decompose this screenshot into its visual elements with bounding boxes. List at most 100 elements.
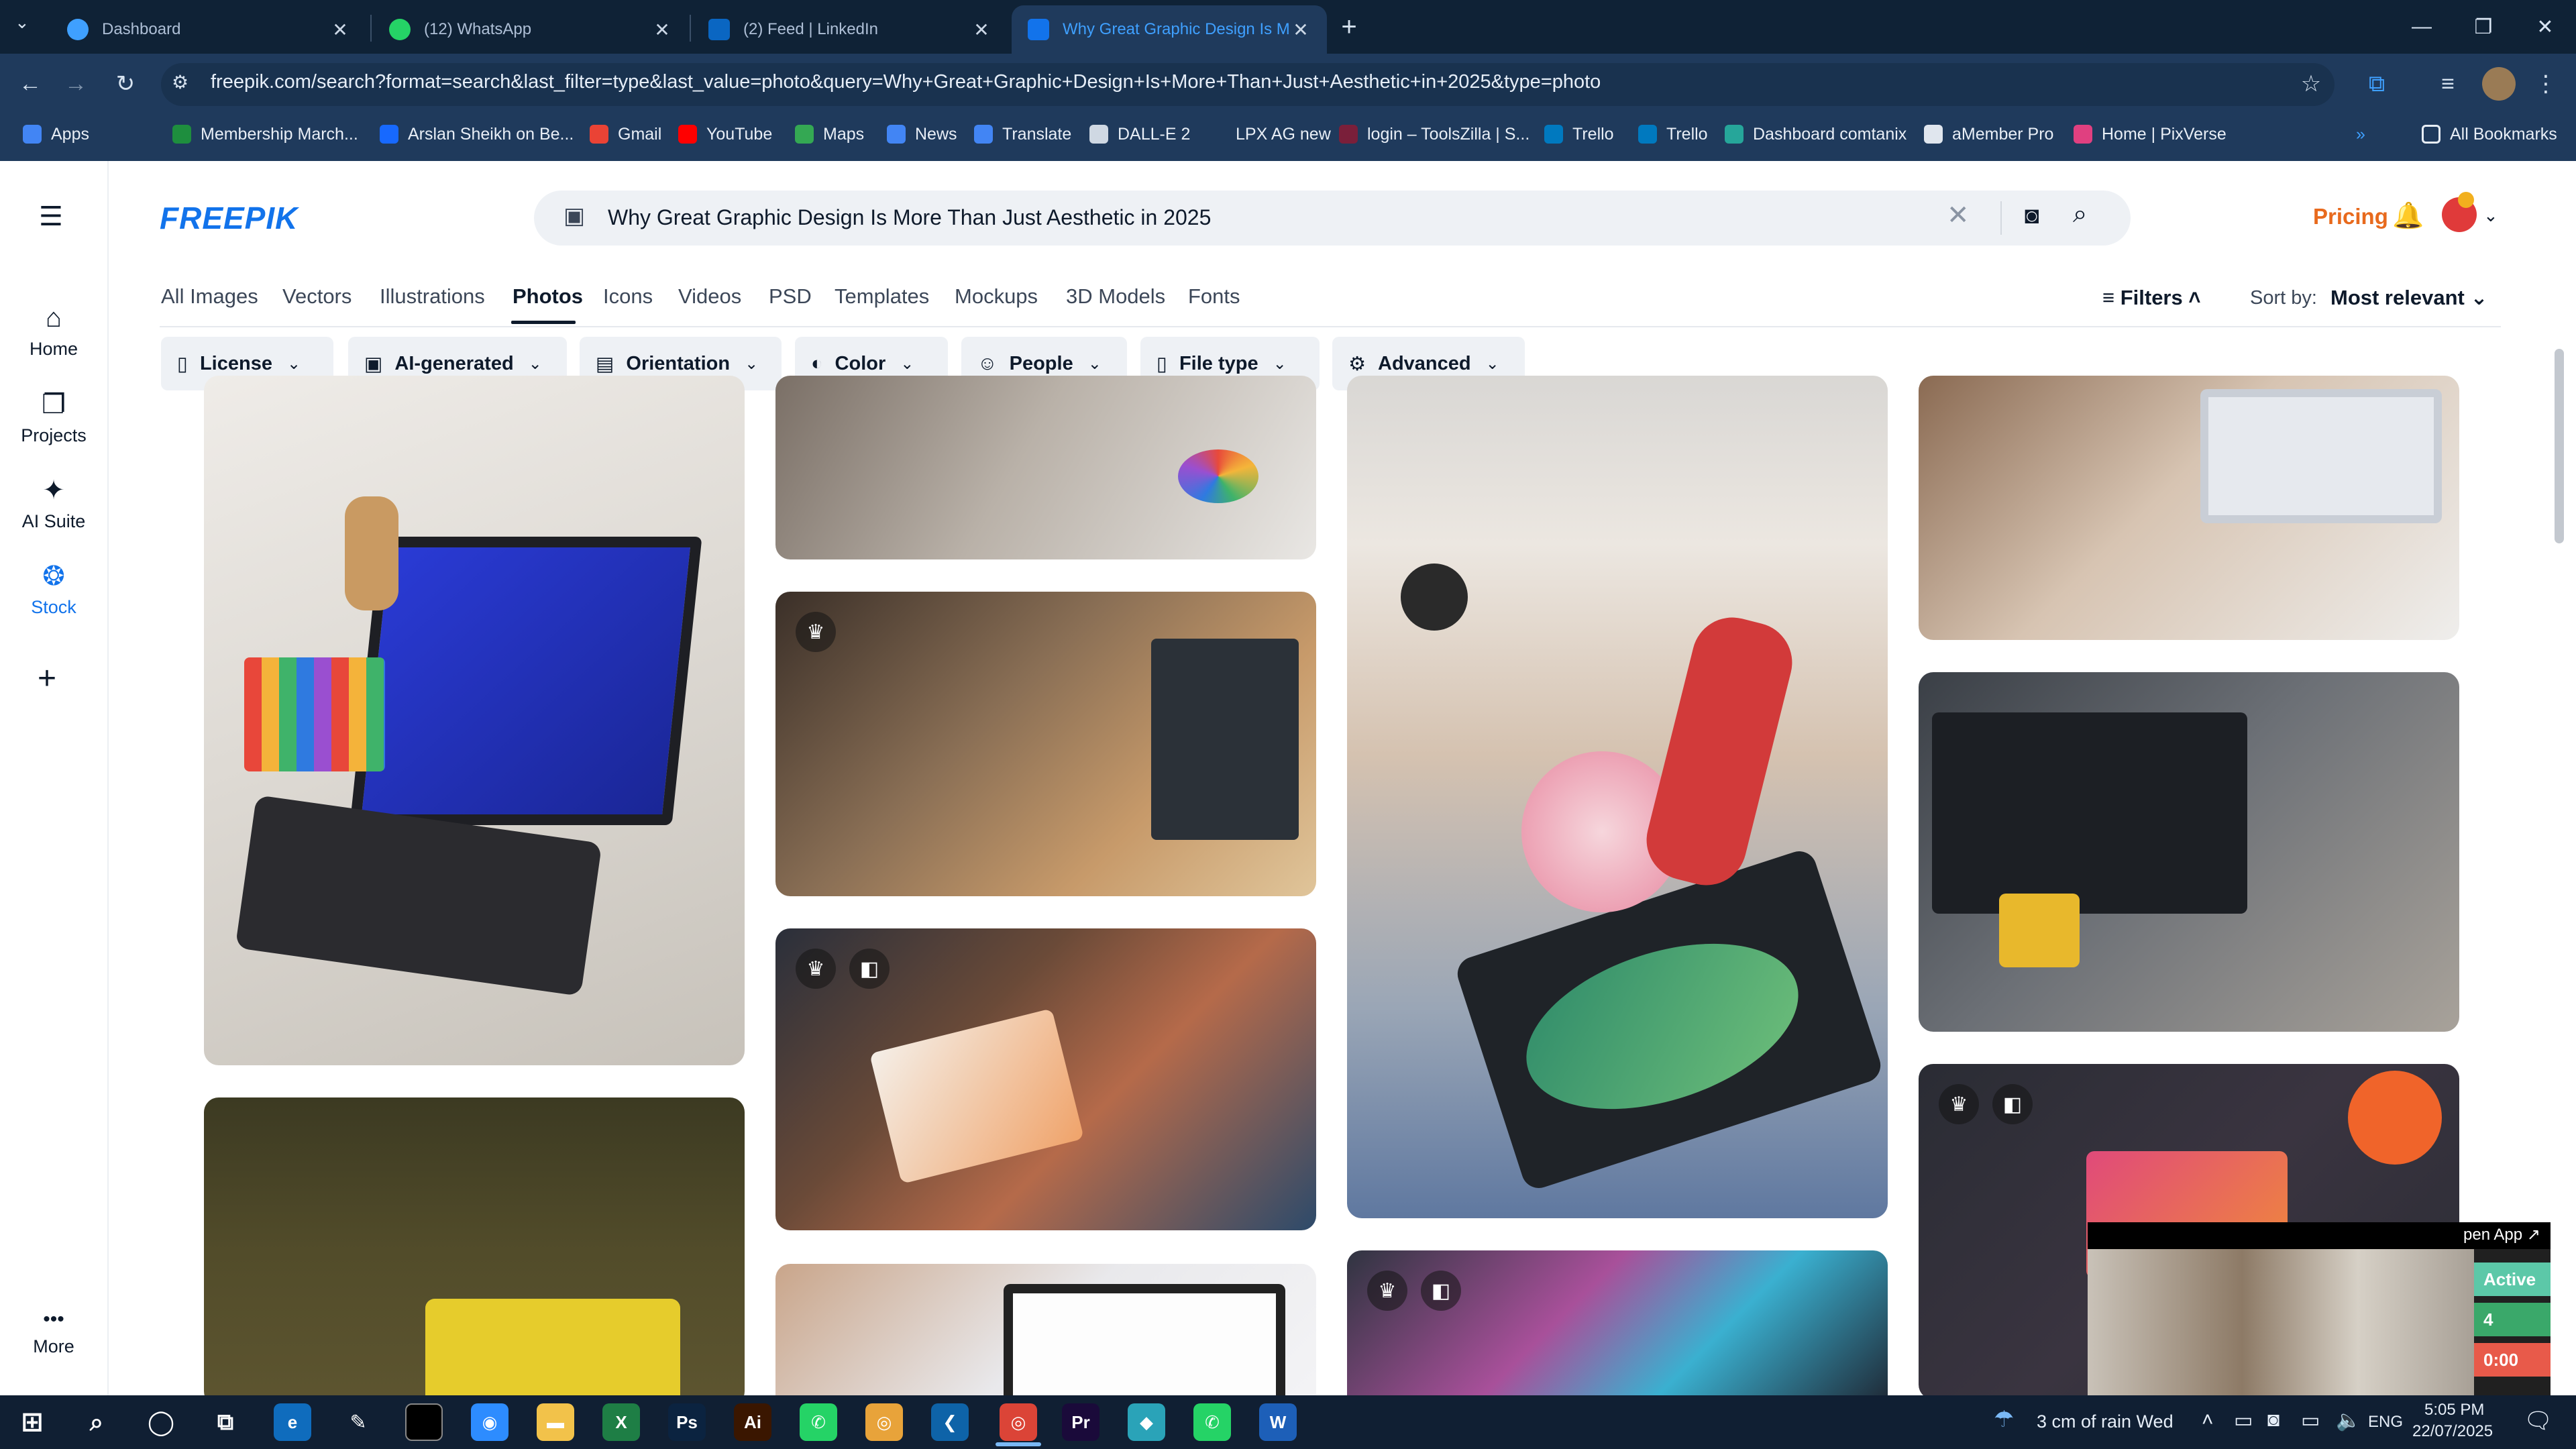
volume-icon[interactable]: 🔈 <box>2336 1409 2361 1432</box>
bookmark-trello[interactable]: Trello <box>1638 121 1708 148</box>
tab-fonts[interactable]: Fonts <box>1188 284 1240 309</box>
photo-woman-tablet-artwork[interactable]: ♛ ◧ <box>775 928 1316 1230</box>
site-settings-icon[interactable]: ⚙ <box>172 71 189 93</box>
bookmark-news[interactable]: News <box>887 121 957 148</box>
new-tab-button[interactable]: + <box>1332 11 1366 44</box>
camera-search-icon[interactable]: ◙ <box>2025 201 2039 229</box>
bookmark-gmail[interactable]: Gmail <box>590 121 661 148</box>
photo-laptop-drawing-tablet[interactable] <box>204 376 745 1065</box>
bookmark-trello[interactable]: Trello <box>1544 121 1614 148</box>
close-tab-icon[interactable]: ✕ <box>971 19 991 41</box>
clock-date[interactable]: 22/07/2025 <box>2412 1422 2493 1441</box>
tab-linkedin[interactable]: (2) Feed | LinkedIn ✕ <box>692 5 1008 54</box>
tab-all-images[interactable]: All Images <box>161 284 258 309</box>
vscode-icon[interactable]: ❮ <box>931 1403 969 1441</box>
photo-designer-at-desk[interactable]: ♛ <box>775 592 1316 896</box>
minimize-icon[interactable]: — <box>2391 0 2453 54</box>
tab-videos[interactable]: Videos <box>678 284 741 309</box>
search-input[interactable]: Why Great Graphic Design Is More Than Ju… <box>608 205 1211 230</box>
photo-creative-design-screen[interactable] <box>775 1264 1316 1411</box>
terminal-icon[interactable] <box>405 1403 443 1441</box>
photoshop-icon[interactable]: Ps <box>668 1403 706 1441</box>
tab-3d-models[interactable]: 3D Models <box>1066 284 1165 309</box>
rail-home[interactable]: ⌂ Home <box>0 303 107 360</box>
chrome-active-icon[interactable]: ◎ <box>1000 1403 1037 1441</box>
tab-freepik-active[interactable]: Why Great Graphic Design Is M ✕ <box>1012 5 1327 54</box>
bookmark-dashboard-comtanix[interactable]: Dashboard comtanix <box>1725 121 1907 148</box>
forward-icon[interactable]: → <box>59 67 93 101</box>
bookmark-membership-march[interactable]: Membership March... <box>172 121 358 148</box>
photo-designer-workstation[interactable] <box>1919 672 2459 1032</box>
bookmark-amember-pro[interactable]: aMember Pro <box>1924 121 2053 148</box>
tab-illustrations[interactable]: Illustrations <box>380 284 485 309</box>
photo-designers-desk-monitor[interactable] <box>1919 376 2459 640</box>
bookmark-lpx-ag-new[interactable]: LPX AG new <box>1208 121 1331 148</box>
bookmark-dall-e-2[interactable]: DALL-E 2 <box>1089 121 1190 148</box>
restore-icon[interactable]: ❐ <box>2453 0 2514 54</box>
tab-whatsapp[interactable]: (12) WhatsApp ✕ <box>373 5 688 54</box>
picture-in-picture-video[interactable]: pen App ↗ Active 4 0:00 <box>2088 1222 2551 1395</box>
back-icon[interactable]: ← <box>13 67 47 101</box>
clock-time[interactable]: 5:05 PM <box>2424 1401 2484 1419</box>
whatsapp-icon[interactable]: ✆ <box>800 1403 837 1441</box>
premiere-icon[interactable]: Pr <box>1062 1403 1099 1441</box>
account-chevron-down-icon[interactable]: ⌄ <box>2483 205 2498 226</box>
tab-psd[interactable]: PSD <box>769 284 812 309</box>
pricing-link[interactable]: Pricing <box>2313 204 2388 229</box>
add-icon[interactable]: + <box>38 660 56 697</box>
media-control-icon[interactable]: ≡ <box>2431 67 2465 101</box>
word-icon[interactable]: W <box>1259 1403 1297 1441</box>
filters-toggle-button[interactable]: ≡ Filters ˄ <box>2102 286 2200 310</box>
bookmark-youtube[interactable]: YouTube <box>678 121 772 148</box>
rail-projects[interactable]: ❐ Projects <box>0 389 107 446</box>
extensions-icon[interactable]: ⧉ <box>2360 67 2394 101</box>
app-icon[interactable]: ◆ <box>1128 1403 1165 1441</box>
photo-yellow-box-blurred[interactable] <box>204 1097 745 1406</box>
clear-search-icon[interactable]: ✕ <box>1947 200 1970 231</box>
notification-center-icon[interactable]: 🗨 <box>2524 1407 2553 1434</box>
taskbar-search-icon[interactable]: ⌕ <box>78 1403 115 1441</box>
illustrator-icon[interactable]: Ai <box>734 1403 771 1441</box>
tab-dashboard[interactable]: Dashboard ✕ <box>51 5 366 54</box>
whatsapp-secondary-icon[interactable]: ✆ <box>1193 1403 1231 1441</box>
photo-desk-closeup[interactable] <box>775 376 1316 559</box>
freepik-logo[interactable]: FREEPIK <box>160 200 298 236</box>
reload-icon[interactable]: ↻ <box>109 67 142 101</box>
windows-start-icon[interactable]: ⊞ <box>13 1403 51 1441</box>
edge-icon[interactable]: e <box>274 1403 311 1441</box>
bookmark-login-toolszilla-s[interactable]: login – ToolsZilla | S... <box>1339 121 1529 148</box>
bookmark-maps[interactable]: Maps <box>795 121 864 148</box>
zoom-icon[interactable]: ◉ <box>471 1403 508 1441</box>
tab-templates[interactable]: Templates <box>835 284 929 309</box>
bookmark-translate[interactable]: Translate <box>974 121 1071 148</box>
rail-more[interactable]: ••• More <box>0 1308 107 1357</box>
chrome-icon[interactable]: ◎ <box>865 1403 903 1441</box>
tab-vectors[interactable]: Vectors <box>282 284 352 309</box>
more-bookmarks-chevron-icon[interactable]: » <box>2356 121 2365 148</box>
profile-avatar[interactable] <box>2482 67 2516 101</box>
weather-text[interactable]: 3 cm of rain Wed <box>2037 1411 2174 1432</box>
photo-colorful-splash-portrait[interactable]: ♛ ◧ <box>1347 1250 1888 1411</box>
notifications-bell-icon[interactable]: 🔔 <box>2392 201 2424 231</box>
close-window-icon[interactable]: ✕ <box>2514 0 2576 54</box>
pen-tool-icon[interactable]: ✎ <box>339 1403 377 1441</box>
file-explorer-icon[interactable]: ▬ <box>537 1403 574 1441</box>
tab-photos[interactable]: Photos <box>513 284 583 309</box>
bookmark-home-pixverse[interactable]: Home | PixVerse <box>2074 121 2226 148</box>
tray-camera-icon[interactable]: ◙ <box>2267 1409 2279 1432</box>
url-text[interactable]: freepik.com/search?format=search&last_fi… <box>211 71 1601 93</box>
tray-meet-icon[interactable]: ▭ <box>2234 1409 2253 1432</box>
network-icon[interactable]: ▭ <box>2301 1409 2320 1432</box>
input-language[interactable]: ENG <box>2368 1413 2403 1432</box>
task-view-icon[interactable]: ⧉ <box>207 1403 244 1441</box>
rail-stock[interactable]: ❂ Stock <box>0 561 107 618</box>
close-tab-icon[interactable]: ✕ <box>1291 19 1311 41</box>
cortana-icon[interactable]: ◯ <box>142 1403 180 1441</box>
sort-dropdown[interactable]: Most relevant ⌄ <box>2330 286 2487 310</box>
rail-ai-suite[interactable]: ✦ AI Suite <box>0 475 107 532</box>
bookmark-apps[interactable]: Apps <box>23 121 89 148</box>
tab-icons[interactable]: Icons <box>603 284 653 309</box>
bookmark-star-icon[interactable]: ☆ <box>2294 67 2328 101</box>
hamburger-menu-icon[interactable]: ☰ <box>39 201 63 232</box>
excel-icon[interactable]: X <box>602 1403 640 1441</box>
